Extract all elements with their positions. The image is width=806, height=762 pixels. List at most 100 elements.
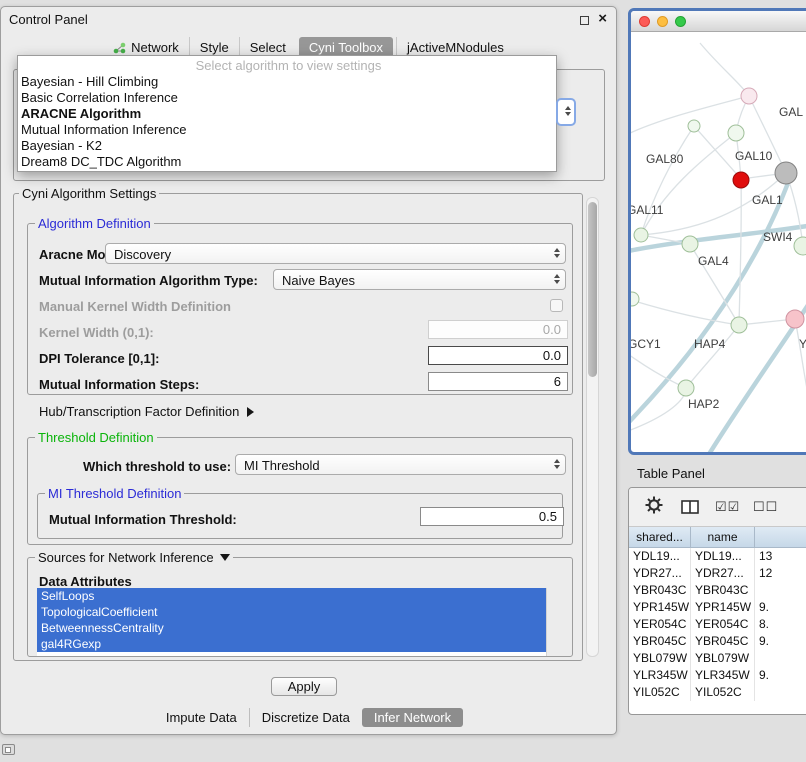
node-pink[interactable] bbox=[786, 310, 804, 328]
combo-arrows-icon bbox=[554, 274, 560, 284]
table-header-row: shared... name bbox=[629, 527, 806, 548]
combo-arrows-icon bbox=[565, 106, 571, 116]
control-panel-window: Control Panel × Network Style Select Cyn… bbox=[0, 6, 617, 735]
node[interactable] bbox=[631, 292, 639, 306]
apply-button[interactable]: Apply bbox=[271, 677, 337, 696]
scrollbar-thumb[interactable] bbox=[588, 202, 597, 377]
list-item[interactable]: gal4RGexp bbox=[37, 636, 546, 652]
node-label: GAL80 bbox=[646, 152, 684, 166]
mi-threshold-field[interactable]: 0.5 bbox=[420, 507, 564, 526]
node-label: GAL bbox=[779, 105, 803, 119]
tab-discretize-data[interactable]: Discretize Data bbox=[249, 708, 362, 727]
data-attributes-label: Data Attributes bbox=[39, 574, 132, 589]
which-threshold-label: Which threshold to use: bbox=[83, 459, 231, 474]
node[interactable] bbox=[741, 88, 757, 104]
gear-icon[interactable] bbox=[645, 496, 663, 514]
algorithm-combobox-edge[interactable] bbox=[556, 98, 576, 126]
bottom-tabs: Impute Data Discretize Data Infer Networ… bbox=[1, 708, 616, 727]
table-row[interactable]: YPR145WYPR145W9. bbox=[629, 599, 806, 616]
combo-arrows-icon bbox=[554, 459, 560, 469]
mi-steps-field[interactable]: 6 bbox=[428, 372, 568, 391]
column-header-shared[interactable]: shared... bbox=[629, 527, 691, 547]
manual-kernel-checkbox[interactable] bbox=[550, 299, 563, 312]
table-row[interactable]: YLR345WYLR345W9. bbox=[629, 667, 806, 684]
hub-definition-toggle[interactable]: Hub/Transcription Factor Definition bbox=[39, 404, 254, 419]
tab-infer-network[interactable]: Infer Network bbox=[362, 708, 463, 727]
columns-icon[interactable] bbox=[681, 500, 699, 514]
kernel-width-field[interactable]: 0.0 bbox=[428, 320, 568, 339]
network-node-labels: GAL GAL80 GAL10 GAL1 GAL11 SWI4 GAL4 GCY… bbox=[631, 105, 806, 411]
sources-group-title[interactable]: Sources for Network Inference bbox=[35, 550, 233, 565]
dropdown-item[interactable]: Bayesian - K2 bbox=[18, 138, 556, 154]
mi-steps-label: Mutual Information Steps: bbox=[39, 377, 199, 392]
node[interactable] bbox=[678, 380, 694, 396]
node-label: GAL11 bbox=[631, 203, 664, 217]
threshold-definition-title: Threshold Definition bbox=[35, 430, 157, 445]
list-item[interactable]: TopologicalCoefficient bbox=[37, 604, 546, 620]
settings-scrollbar[interactable] bbox=[586, 197, 599, 657]
manual-kernel-label: Manual Kernel Width Definition bbox=[39, 299, 231, 314]
dropdown-item[interactable]: Mutual Information Inference bbox=[18, 122, 556, 138]
close-icon[interactable]: × bbox=[598, 10, 607, 27]
node-gray[interactable] bbox=[775, 162, 797, 184]
float-window-icon[interactable] bbox=[580, 16, 589, 25]
dropdown-item[interactable]: Bayesian - Hill Climbing bbox=[18, 74, 556, 90]
window-title: Control Panel bbox=[9, 12, 88, 27]
node-red[interactable] bbox=[733, 172, 749, 188]
table-row[interactable]: YBR045CYBR045C9. bbox=[629, 633, 806, 650]
settings-group-title: Cyni Algorithm Settings bbox=[19, 186, 159, 201]
data-attributes-list: SelfLoops TopologicalCoefficient Between… bbox=[37, 588, 558, 656]
node[interactable] bbox=[682, 236, 698, 252]
node[interactable] bbox=[731, 317, 747, 333]
mi-type-combobox[interactable]: Naive Bayes bbox=[273, 269, 566, 290]
network-view-window: GAL GAL80 GAL10 GAL1 GAL11 SWI4 GAL4 GCY… bbox=[628, 8, 806, 455]
algorithm-definition-title: Algorithm Definition bbox=[35, 216, 154, 231]
select-all-columns-icon[interactable]: ☑☑ bbox=[715, 499, 740, 515]
node-label: SWI4 bbox=[763, 230, 793, 244]
tab-impute-data[interactable]: Impute Data bbox=[154, 708, 249, 727]
mi-threshold-label: Mutual Information Threshold: bbox=[49, 512, 237, 527]
network-window-titlebar[interactable] bbox=[631, 11, 806, 32]
dropdown-item[interactable]: Basic Correlation Inference bbox=[18, 90, 556, 106]
mi-type-label: Mutual Information Algorithm Type: bbox=[39, 273, 258, 288]
table-row[interactable]: YBR043CYBR043C bbox=[629, 582, 806, 599]
node[interactable] bbox=[728, 125, 744, 141]
node-label: GAL10 bbox=[735, 149, 773, 163]
aracne-mode-combobox[interactable]: Discovery bbox=[105, 243, 566, 264]
minimize-traffic-light[interactable] bbox=[657, 16, 668, 27]
dpi-tolerance-field[interactable]: 0.0 bbox=[428, 346, 568, 365]
table-panel-window: ☑☑ ☐☐ shared... name YDL19...YDL19...13 … bbox=[628, 487, 806, 715]
table-row[interactable]: YDL19...YDL19...13 bbox=[629, 548, 806, 565]
table-row[interactable]: YDR27...YDR27...12 bbox=[629, 565, 806, 582]
node-label: GAL4 bbox=[698, 254, 729, 268]
dropdown-item[interactable]: Dream8 DC_TDC Algorithm bbox=[18, 154, 556, 170]
panel-float-icon[interactable] bbox=[2, 744, 15, 755]
table-panel-title: Table Panel bbox=[637, 466, 705, 481]
close-traffic-light[interactable] bbox=[639, 16, 650, 27]
node-label: GCY1 bbox=[631, 337, 661, 351]
dropdown-placeholder: Select algorithm to view settings bbox=[18, 58, 556, 74]
node[interactable] bbox=[794, 237, 806, 255]
table-row[interactable]: YIL052CYIL052C bbox=[629, 684, 806, 701]
list-item[interactable]: SelfLoops bbox=[37, 588, 546, 604]
dropdown-item-selected[interactable]: ARACNE Algorithm bbox=[18, 106, 556, 122]
list-item[interactable]: BetweennessCentrality bbox=[37, 620, 546, 636]
chevron-right-icon bbox=[247, 407, 254, 417]
network-canvas[interactable]: GAL GAL80 GAL10 GAL1 GAL11 SWI4 GAL4 GCY… bbox=[631, 32, 806, 452]
node-label: HAP4 bbox=[694, 337, 726, 351]
zoom-traffic-light[interactable] bbox=[675, 16, 686, 27]
node[interactable] bbox=[688, 120, 700, 132]
node[interactable] bbox=[634, 228, 648, 242]
table-row[interactable]: YBL079WYBL079W bbox=[629, 650, 806, 667]
table-row[interactable]: YER054CYER054C8. bbox=[629, 616, 806, 633]
which-threshold-combobox[interactable]: MI Threshold bbox=[235, 454, 566, 475]
deselect-all-columns-icon[interactable]: ☐☐ bbox=[753, 499, 778, 515]
tab-label: Network bbox=[131, 40, 179, 55]
mi-threshold-group-title: MI Threshold Definition bbox=[45, 486, 184, 501]
column-header-clipped[interactable] bbox=[755, 527, 806, 547]
chevron-down-icon bbox=[220, 554, 230, 561]
combo-arrows-icon bbox=[554, 248, 560, 258]
column-header-name[interactable]: name bbox=[691, 527, 755, 547]
list-scrollbar[interactable] bbox=[546, 588, 558, 656]
node-label: Y bbox=[799, 337, 806, 351]
